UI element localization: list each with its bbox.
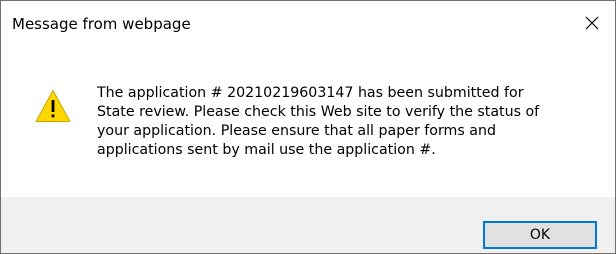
dialog-message: The application # 20210219603147 has bee… — [97, 85, 540, 158]
ok-button-label: OK — [529, 227, 551, 243]
close-button[interactable] — [569, 1, 615, 45]
dialog-footer: OK — [1, 197, 615, 253]
message-dialog: Message from webpage The application # 2… — [0, 0, 616, 254]
close-icon — [585, 16, 599, 30]
dialog-titlebar: Message from webpage — [1, 1, 615, 45]
warning-icon — [35, 90, 71, 122]
dialog-title: Message from webpage — [12, 15, 191, 33]
ok-button[interactable]: OK — [483, 221, 597, 249]
dialog-content: The application # 20210219603147 has bee… — [1, 45, 615, 197]
